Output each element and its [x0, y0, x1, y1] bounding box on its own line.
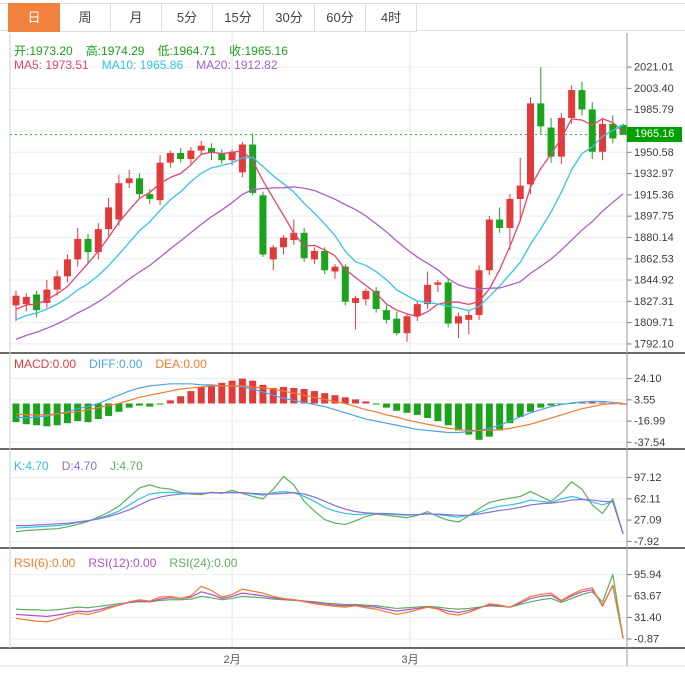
svg-text:1792.10: 1792.10 — [634, 338, 674, 350]
x-axis-label: 2月 — [223, 654, 241, 666]
current-price-badge: 1965.16 — [627, 127, 682, 142]
svg-text:2003.40: 2003.40 — [634, 83, 674, 95]
svg-text:-7.92: -7.92 — [634, 536, 659, 548]
tab-30min[interactable]: 30分 — [264, 3, 315, 32]
svg-text:97.12: 97.12 — [634, 472, 662, 484]
kdj-readout: K:4.70 D:4.70 J:4.70 — [14, 459, 143, 473]
ohlc-value: 低:1964.71 — [157, 44, 217, 58]
rsi-readout: RSI(6):0.00 RSI(12):0.00 RSI(24):0.00 — [14, 556, 237, 570]
svg-text:24.10: 24.10 — [634, 373, 662, 385]
svg-text:1897.75: 1897.75 — [634, 211, 674, 223]
ma-readout: MA5: 1973.51 MA10: 1965.86 MA20: 1912.82 — [14, 58, 278, 72]
svg-text:-37.54: -37.54 — [634, 437, 665, 449]
ma-value: MA20: 1912.82 — [196, 58, 278, 72]
svg-text:1950.58: 1950.58 — [634, 147, 674, 159]
svg-text:62.11: 62.11 — [634, 493, 661, 505]
tab-15min[interactable]: 15分 — [213, 3, 264, 32]
rsi-value: RSI(6):0.00 — [14, 556, 76, 570]
macd-value: DEA:0.00 — [155, 357, 207, 371]
timeframe-toolbar: 日周月 5分 15分 30分 60分 4时 — [8, 3, 417, 32]
svg-text:1915.36: 1915.36 — [634, 189, 674, 201]
svg-text:1809.71: 1809.71 — [634, 317, 674, 329]
kdj-value: J:4.70 — [110, 459, 143, 473]
svg-text:-16.99: -16.99 — [634, 416, 665, 428]
macd-value: DIFF:0.00 — [89, 357, 143, 371]
svg-text:-0.87: -0.87 — [634, 634, 659, 646]
macd-readout: MACD:0.00 DIFF:0.00 DEA:0.00 — [14, 357, 207, 371]
ohlc-readout: 开:1973.20 高:1974.29 低:1964.71 收:1965.16 — [14, 42, 288, 59]
tab-60min[interactable]: 60分 — [315, 3, 366, 32]
svg-text:1880.14: 1880.14 — [634, 232, 674, 244]
svg-text:1827.31: 1827.31 — [634, 296, 674, 308]
svg-text:31.40: 31.40 — [634, 612, 662, 624]
ma-value: MA5: 1973.51 — [14, 58, 89, 72]
kdj-value: D:4.70 — [61, 459, 98, 473]
tab-5min[interactable]: 5分 — [162, 3, 213, 32]
chart-app: 日周月 5分 15分 30分 60分 4时 2021.01 2003.40 1985.79 19… — [0, 0, 685, 675]
ma-value: MA10: 1965.86 — [101, 58, 184, 72]
rsi-value: RSI(12):0.00 — [88, 556, 157, 570]
tab-month[interactable]: 月 — [111, 3, 162, 32]
ohlc-value: 高:1974.29 — [85, 44, 145, 58]
chart-canvas[interactable]: 2021.01 2003.40 1985.79 1950.58 1932.97 1915.… — [0, 0, 685, 675]
svg-text:63.67: 63.67 — [634, 591, 662, 603]
ohlc-value: 开:1973.20 — [14, 44, 73, 58]
svg-text:1862.53: 1862.53 — [634, 253, 674, 265]
x-axis-label: 3月 — [401, 654, 419, 666]
tab-day[interactable]: 日 — [8, 3, 60, 32]
svg-text:1844.92: 1844.92 — [634, 275, 674, 287]
svg-text:1985.79: 1985.79 — [634, 104, 674, 116]
svg-text:27.09: 27.09 — [634, 515, 662, 527]
rsi-value: RSI(24):0.00 — [169, 556, 238, 570]
svg-text:1932.97: 1932.97 — [634, 168, 674, 180]
kdj-value: K:4.70 — [14, 459, 49, 473]
ohlc-value: 收:1965.16 — [229, 44, 288, 58]
svg-text:95.94: 95.94 — [634, 569, 662, 581]
tab-4hour[interactable]: 4时 — [366, 3, 417, 32]
tab-week[interactable]: 周 — [60, 3, 111, 32]
macd-value: MACD:0.00 — [14, 357, 77, 371]
svg-text:3.55: 3.55 — [634, 394, 655, 406]
svg-text:2021.01: 2021.01 — [634, 62, 674, 74]
